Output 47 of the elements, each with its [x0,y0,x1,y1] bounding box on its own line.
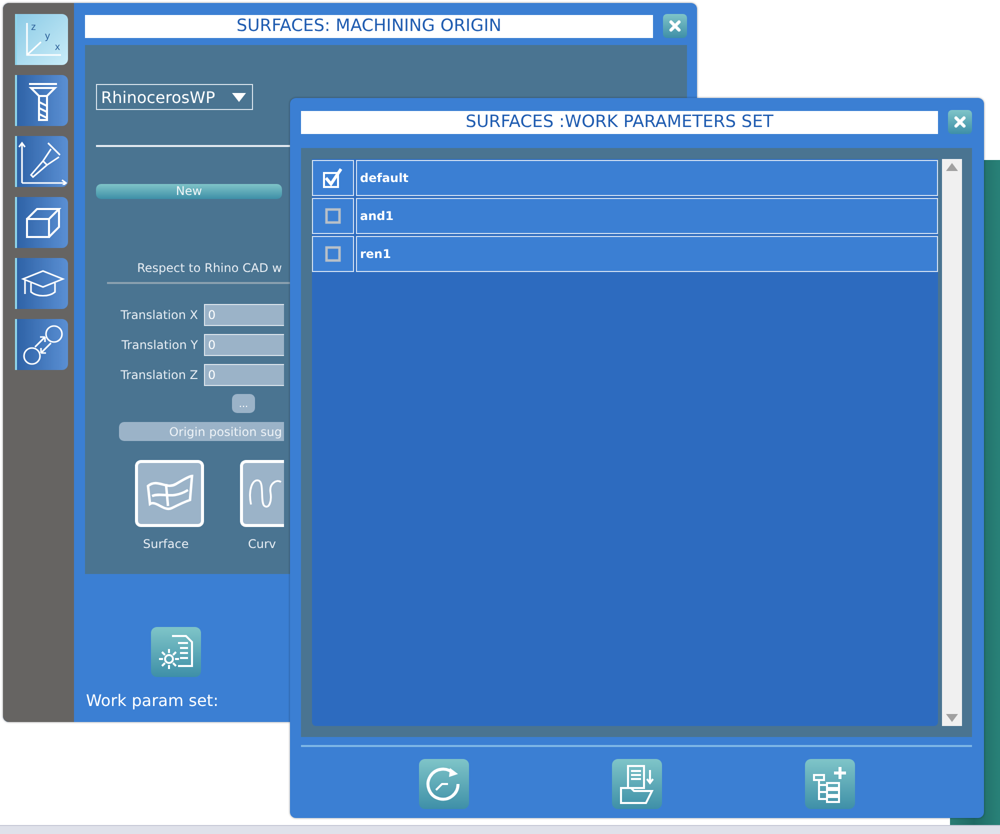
translation-label: Translation X [120,308,198,322]
scroll-up-icon[interactable] [946,163,958,171]
set-checkbox[interactable] [323,206,343,226]
geometry-tile[interactable] [240,460,284,527]
translation-label: Translation Y [120,338,198,352]
geometry-tile[interactable] [135,460,204,527]
tree-add-icon [812,765,848,803]
more-button[interactable]: ... [232,394,255,413]
new-button[interactable]: New [96,184,282,199]
caret-icon [232,92,246,102]
translation-field[interactable]: 0 [204,334,284,356]
action-button[interactable] [612,759,662,809]
sidebar-button[interactable]: z y x [15,14,68,65]
set-name-cell[interactable]: ren1 [356,236,938,272]
window-title: SURFACES: MACHINING ORIGIN [85,14,653,38]
set-checkbox[interactable] [323,168,343,188]
scroll-down-icon[interactable] [946,714,958,722]
work-param-set-label: Work param set: [86,691,220,710]
action-button[interactable] [804,759,854,809]
sidebar-button[interactable] [15,75,68,126]
close-button[interactable] [948,110,972,134]
translation-field[interactable]: 0 [204,364,284,386]
sidebar-button[interactable] [15,197,68,248]
window-title: SURFACES :WORK PARAMETERS SET [301,110,938,134]
exchange-icon [20,322,64,366]
close-button[interactable] [663,14,687,38]
folder-document-icon [618,764,656,804]
clock-refresh-icon [426,766,462,802]
reference-label: Respect to Rhino CAD w [136,261,282,275]
origin-suggest-button[interactable]: Origin position sug [119,422,284,441]
geometry-label: Surface [142,537,189,551]
action-button[interactable] [418,759,468,809]
settings-document-button[interactable] [151,627,201,677]
scrollbar[interactable] [942,159,962,726]
gear-document-icon [156,633,196,671]
set-name-cell[interactable]: and1 [356,198,938,234]
close-icon [668,19,682,33]
sidebar-button[interactable] [15,136,68,187]
set-checkbox[interactable] [323,244,343,264]
translation-field[interactable]: 0 [204,304,284,326]
origin-dropdown[interactable]: RhinocerosWP [96,84,253,110]
translation-label: Translation Z [120,368,198,382]
geometry-label: Curv [247,537,276,551]
sidebar-button[interactable] [15,319,68,370]
close-icon [953,115,967,129]
set-name-cell[interactable]: default [356,160,938,196]
sidebar-button[interactable] [15,258,68,309]
